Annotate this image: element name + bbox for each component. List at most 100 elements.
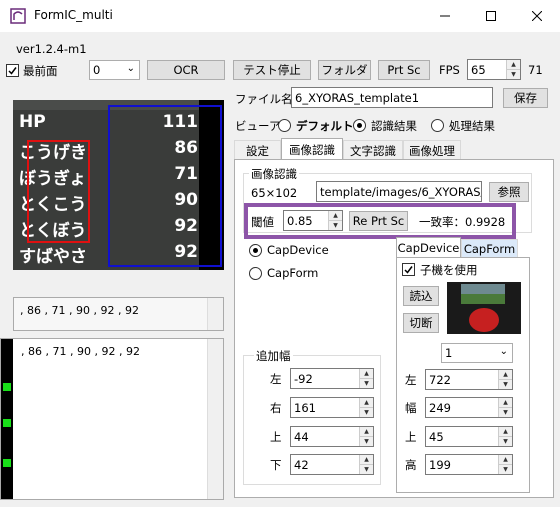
spin-down-icon[interactable]: ▼ [499, 465, 512, 475]
tab-capform[interactable]: CapForm [461, 239, 518, 258]
margin-bottom-input[interactable]: 42 ▲ ▼ [290, 454, 374, 475]
viewer-label: ビューア [235, 119, 281, 133]
template-path-input[interactable]: template/images/6_XYORAS/6 [316, 181, 482, 202]
tab-image-processing[interactable]: 画像処理 [403, 140, 461, 160]
close-button[interactable] [514, 0, 560, 32]
match-rate: 一致率：0.9928 [419, 215, 506, 229]
version-label: ver1.2.4-m1 [16, 42, 87, 56]
read-button[interactable]: 読込 [403, 286, 439, 306]
tab-settings[interactable]: 設定 [234, 140, 281, 160]
spin-up-icon[interactable]: ▲ [499, 370, 512, 380]
fps-input[interactable]: 65 ▲ ▼ [467, 59, 521, 80]
save-button[interactable]: 保存 [503, 88, 548, 108]
spin-up-icon[interactable]: ▲ [360, 455, 373, 465]
mode-combo[interactable]: 0 ⌄ [89, 60, 140, 80]
re-prtsc-button[interactable]: Re Prt Sc [349, 211, 408, 231]
minimize-icon [440, 15, 450, 17]
viewer-result-radio[interactable] [353, 119, 366, 132]
cap-left-label: 左 [405, 373, 417, 387]
spin-down-icon[interactable]: ▼ [360, 379, 373, 389]
checkmark-icon [8, 67, 17, 75]
viewer-process-radio[interactable] [431, 119, 444, 132]
child-checkbox[interactable] [402, 263, 415, 276]
margin-top-input[interactable]: 44 ▲ ▼ [290, 426, 374, 447]
preview-circle [469, 308, 499, 332]
tab-image-recognition[interactable]: 画像認識 [281, 138, 343, 160]
cut-button[interactable]: 切断 [403, 313, 439, 333]
green-marker [3, 459, 11, 467]
checkmark-icon [404, 266, 413, 274]
green-marker [3, 383, 11, 391]
margin-left-input[interactable]: -92 ▲ ▼ [290, 368, 374, 389]
log-scrollbar[interactable] [207, 339, 223, 499]
threshold-spinner[interactable]: ▲ ▼ [328, 211, 342, 230]
child-preview [447, 282, 521, 334]
spin-up-icon[interactable]: ▲ [499, 427, 512, 437]
result-line: , 86 , 71 , 90 , 92 , 92 [20, 304, 139, 317]
stat-name: HP [19, 112, 46, 132]
spin-up-icon[interactable]: ▲ [499, 398, 512, 408]
spin-up-icon[interactable]: ▲ [499, 455, 512, 465]
child-combo[interactable]: 1 ⌄ [441, 343, 513, 363]
chevron-down-icon: ⌄ [126, 63, 135, 74]
preview-ground [461, 294, 505, 304]
margin-top-spinner[interactable]: ▲ ▼ [359, 427, 373, 446]
child-combo-value: 1 [445, 346, 453, 360]
spin-up-icon[interactable]: ▲ [360, 398, 373, 408]
spin-down-icon[interactable]: ▼ [329, 221, 342, 231]
cap-top-spinner[interactable]: ▲ ▼ [498, 427, 512, 446]
spin-up-icon[interactable]: ▲ [507, 60, 520, 70]
cap-left-value: 722 [429, 372, 451, 387]
cap-left-spinner[interactable]: ▲ ▼ [498, 370, 512, 389]
recog-group-title: 画像認識 [249, 166, 299, 182]
cap-top-value: 45 [429, 429, 444, 444]
close-icon [532, 11, 542, 21]
result-scrollbar[interactable] [207, 298, 223, 330]
browse-button[interactable]: 参照 [489, 182, 529, 202]
margin-left-value: -92 [294, 371, 313, 386]
minimize-button[interactable] [422, 0, 468, 32]
cap-height-label: 高 [405, 458, 417, 472]
result-text[interactable]: , 86 , 71 , 90 , 92 , 92 [13, 297, 224, 331]
spin-down-icon[interactable]: ▼ [499, 408, 512, 418]
spin-down-icon[interactable]: ▼ [360, 465, 373, 475]
margin-group-title: 追加幅 [254, 348, 293, 364]
spin-down-icon[interactable]: ▼ [360, 437, 373, 447]
cap-width-input[interactable]: 249 ▲ ▼ [425, 397, 513, 418]
log-area[interactable]: , 86 , 71 , 90 , 92 , 92 [0, 338, 224, 500]
filename-input[interactable]: 6_XYORAS_template1 [291, 87, 493, 108]
viewer-default-radio[interactable] [278, 119, 291, 132]
cap-top-input[interactable]: 45 ▲ ▼ [425, 426, 513, 447]
cap-width-spinner[interactable]: ▲ ▼ [498, 398, 512, 417]
spin-down-icon[interactable]: ▼ [499, 437, 512, 447]
margin-bottom-spinner[interactable]: ▲ ▼ [359, 455, 373, 474]
capform-radio[interactable] [249, 267, 262, 280]
red-detect-box [27, 140, 90, 243]
spin-down-icon[interactable]: ▼ [360, 408, 373, 418]
margin-right-value: 161 [294, 400, 316, 415]
tab-capdevice[interactable]: CapDevice [396, 237, 461, 258]
margin-right-spinner[interactable]: ▲ ▼ [359, 398, 373, 417]
spin-up-icon[interactable]: ▲ [360, 369, 373, 379]
tab-text-recognition[interactable]: 文字認識 [343, 140, 403, 160]
stop-test-button[interactable]: テスト停止 [233, 60, 311, 80]
spin-up-icon[interactable]: ▲ [360, 427, 373, 437]
capdevice-radio[interactable] [249, 244, 262, 257]
margin-left-spinner[interactable]: ▲ ▼ [359, 369, 373, 388]
template-size: 65×102 [251, 186, 298, 200]
spin-up-icon[interactable]: ▲ [329, 211, 342, 221]
prtsc-button[interactable]: Prt Sc [378, 60, 430, 80]
threshold-input[interactable]: 0.85 ▲ ▼ [283, 210, 343, 231]
cap-left-input[interactable]: 722 ▲ ▼ [425, 369, 513, 390]
fps-spinner[interactable]: ▲ ▼ [506, 60, 520, 79]
spin-down-icon[interactable]: ▼ [507, 70, 520, 80]
spin-down-icon[interactable]: ▼ [499, 380, 512, 390]
fps-actual: 71 [528, 63, 543, 77]
ocr-button[interactable]: OCR [147, 60, 225, 80]
maximize-button[interactable] [468, 0, 514, 32]
cap-height-input[interactable]: 199 ▲ ▼ [425, 454, 513, 475]
cap-height-spinner[interactable]: ▲ ▼ [498, 455, 512, 474]
folder-button[interactable]: フォルダ [318, 60, 371, 80]
margin-right-input[interactable]: 161 ▲ ▼ [290, 397, 374, 418]
topmost-checkbox[interactable] [6, 64, 19, 77]
